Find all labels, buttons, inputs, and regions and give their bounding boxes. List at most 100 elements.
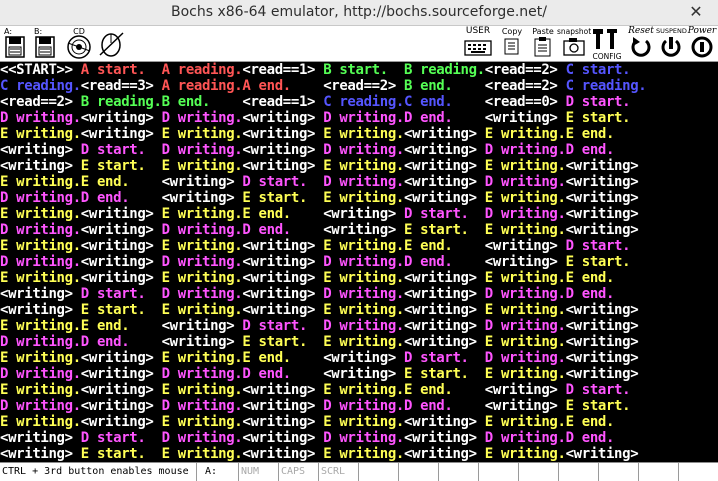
console-token: <writing>	[565, 206, 647, 222]
console-line: E writing.<writing> E writing.<writing> …	[0, 126, 718, 142]
power-button[interactable]: Power	[686, 27, 718, 60]
copy-button[interactable]: Copy	[499, 27, 525, 60]
console-token: <read==2>	[484, 62, 566, 78]
window-titlebar[interactable]: Bochs x86-64 emulator, http://bochs.sour…	[0, 0, 718, 26]
console-token: E end.	[242, 350, 324, 366]
console-token: D end.	[403, 110, 485, 126]
console-token: <writing>	[323, 206, 404, 222]
mouse-toggle-button[interactable]	[97, 27, 125, 60]
cdrom-button[interactable]: CD	[64, 27, 94, 60]
console-token: <writing>	[161, 318, 243, 334]
console-token: E writing.	[323, 382, 404, 398]
console-line: D writing.<writing> D writing.<writing> …	[0, 254, 718, 270]
console-token: <writing>	[484, 398, 566, 414]
console-token: E start.	[242, 334, 324, 350]
reset-button[interactable]: Reset	[624, 27, 658, 60]
console-token: E writing.	[484, 334, 566, 350]
console-token: D writing.	[0, 222, 81, 238]
console-token: D writing.	[484, 318, 566, 334]
console-token: E writing.	[161, 238, 243, 254]
console-token: E writing.	[484, 414, 566, 430]
console-token: <writing>	[80, 126, 162, 142]
console-line: D writing.D end. <writing> E start. E wr…	[0, 334, 718, 350]
console-token: D writing.	[323, 286, 404, 302]
console-token: <read==3>	[80, 78, 162, 94]
console-token: <writing>	[403, 414, 485, 430]
statusbar: CTRL + 3rd button enables mouse A: NUM C…	[0, 462, 718, 481]
console-token: <writing>	[484, 110, 566, 126]
console-token: <writing>	[484, 238, 566, 254]
console-token: D start.	[80, 286, 162, 302]
console-token: D end.	[565, 142, 647, 158]
console-token: <writing>	[242, 270, 324, 286]
console-token: E writing.	[0, 126, 81, 142]
status-cell	[399, 463, 439, 481]
console-token: D writing.	[484, 430, 566, 446]
console-line: D writing.D end. <writing> E start. E wr…	[0, 190, 718, 206]
console-token: D writing.	[323, 430, 404, 446]
floppy-b-button[interactable]: B:	[34, 27, 56, 60]
suspend-button[interactable]: SUSPEND	[656, 27, 687, 60]
console-line: <writing> D start. D writing.<writing> D…	[0, 286, 718, 302]
snapshot-button[interactable]: snapshot	[557, 27, 591, 60]
console-token: B start.	[323, 62, 404, 78]
console-token: <writing>	[565, 350, 647, 366]
console-token: <writing>	[80, 206, 162, 222]
console-token: B end.	[403, 78, 485, 94]
status-cell	[679, 463, 718, 481]
console-token: E writing.	[484, 446, 566, 462]
console-token: E start.	[403, 366, 485, 382]
console-token: D writing.	[323, 142, 404, 158]
console-token: D start.	[242, 318, 324, 334]
console-token: <writing>	[80, 382, 162, 398]
console-token: E writing.	[484, 126, 566, 142]
paste-icon	[534, 37, 551, 57]
console-token: D writing.	[0, 190, 81, 206]
console-line: E writing.<writing> E writing.<writing> …	[0, 238, 718, 254]
console-token: E writing.	[323, 414, 404, 430]
console-token: D start.	[565, 94, 647, 110]
console-line: E writing.<writing> E writing.<writing> …	[0, 382, 718, 398]
console-token: D end.	[403, 398, 485, 414]
console-line: D writing.<writing> D writing.<writing> …	[0, 398, 718, 414]
console-token: C reading.	[565, 78, 647, 94]
console-token: <read==2>	[323, 78, 404, 94]
user-button[interactable]: USER	[463, 27, 493, 60]
config-button[interactable]: CONFIG	[591, 27, 623, 61]
emulator-screen[interactable]: <<START>> A start. A reading.<read==1> B…	[0, 62, 718, 462]
status-caps: CAPS	[279, 463, 319, 481]
window-title: Bochs x86-64 emulator, http://bochs.sour…	[171, 4, 547, 20]
mouse-icon	[99, 32, 124, 57]
console-token: D writing.	[161, 430, 243, 446]
console-token: D end.	[565, 286, 647, 302]
console-token: E writing.	[484, 366, 566, 382]
console-token: <read==1>	[242, 94, 324, 110]
console-token: E writing.	[161, 126, 243, 142]
console-line: <<START>> A start. A reading.<read==1> B…	[0, 62, 718, 78]
console-token: C reading.	[323, 94, 404, 110]
floppy-a-button[interactable]: A:	[4, 27, 26, 60]
console-token: <writing>	[242, 446, 324, 462]
console-token: E writing.	[0, 318, 81, 334]
console-token: D end.	[80, 190, 162, 206]
cdrom-icon	[67, 35, 91, 59]
console-token: D writing.	[484, 174, 566, 190]
paste-button[interactable]: Paste	[529, 27, 557, 60]
console-token: D writing.	[484, 350, 566, 366]
console-token: <writing>	[242, 414, 324, 430]
console-token: E end.	[403, 382, 485, 398]
console-token: <read==0>	[484, 94, 566, 110]
console-token: E start.	[565, 254, 647, 270]
status-cell	[599, 463, 639, 481]
console-token: <writing>	[0, 302, 81, 318]
console-token: D writing.	[161, 110, 243, 126]
console-line: E writing.<writing> E writing.E end. <wr…	[0, 206, 718, 222]
console-token: E writing.	[323, 270, 404, 286]
close-icon[interactable]: ✕	[686, 2, 706, 22]
status-scrl: SCRL	[319, 463, 359, 481]
status-drive: A:	[197, 463, 239, 481]
console-token: <writing>	[80, 398, 162, 414]
console-token: <writing>	[403, 174, 485, 190]
console-token: E end.	[565, 126, 647, 142]
console-token: <writing>	[403, 446, 485, 462]
